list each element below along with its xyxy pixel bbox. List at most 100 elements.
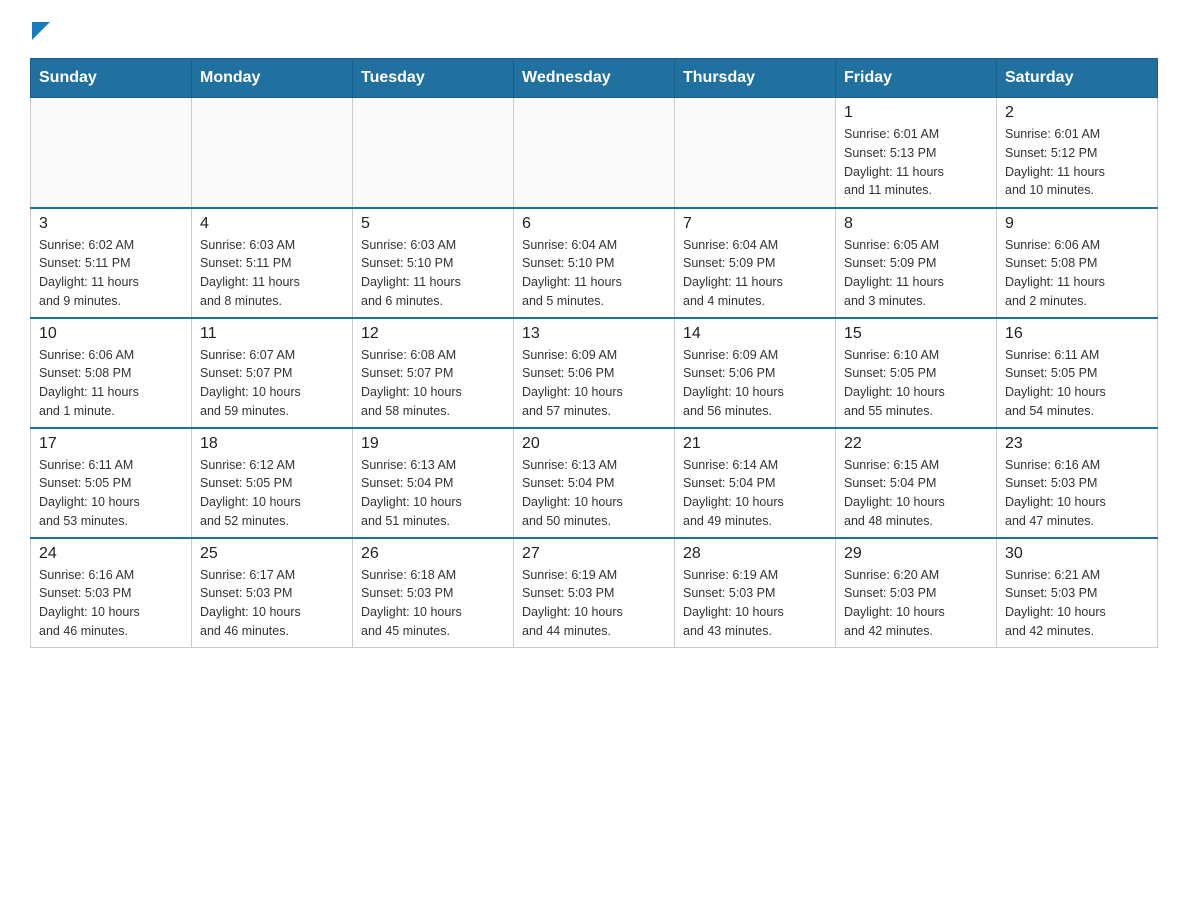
calendar-cell: 1 Sunrise: 6:01 AMSunset: 5:13 PMDaylight…: [836, 98, 997, 208]
day-number: 18: [200, 435, 344, 453]
day-info: Sunrise: 6:10 AMSunset: 5:05 PMDaylight:…: [844, 346, 988, 421]
day-info: Sunrise: 6:08 AMSunset: 5:07 PMDaylight:…: [361, 346, 505, 421]
day-number: 24: [39, 545, 183, 563]
day-info: Sunrise: 6:06 AMSunset: 5:08 PMDaylight:…: [1005, 236, 1149, 311]
day-number: 25: [200, 545, 344, 563]
weekday-header-wednesday: Wednesday: [514, 59, 675, 98]
calendar-week-row: 1 Sunrise: 6:01 AMSunset: 5:13 PMDaylight…: [31, 98, 1158, 208]
day-number: 26: [361, 545, 505, 563]
day-info: Sunrise: 6:13 AMSunset: 5:04 PMDaylight:…: [361, 456, 505, 531]
day-info: Sunrise: 6:05 AMSunset: 5:09 PMDaylight:…: [844, 236, 988, 311]
day-info: Sunrise: 6:04 AMSunset: 5:10 PMDaylight:…: [522, 236, 666, 311]
calendar-cell: 5Sunrise: 6:03 AMSunset: 5:10 PMDaylight…: [353, 208, 514, 318]
day-info: Sunrise: 6:21 AMSunset: 5:03 PMDaylight:…: [1005, 566, 1149, 641]
day-number: 17: [39, 435, 183, 453]
calendar-cell: 4 Sunrise: 6:03 AMSunset: 5:11 PMDaylight…: [192, 208, 353, 318]
calendar-table: SundayMondayTuesdayWednesdayThursdayFrid…: [30, 58, 1158, 648]
calendar-cell: 28 Sunrise: 6:19 AMSunset: 5:03 PMDayligh…: [675, 538, 836, 648]
day-number: 11: [200, 325, 344, 343]
day-number: 7: [683, 215, 827, 233]
calendar-cell: 13 Sunrise: 6:09 AMSunset: 5:06 PMDayligh…: [514, 318, 675, 428]
calendar-cell: 18 Sunrise: 6:12 AMSunset: 5:05 PMDayligh…: [192, 428, 353, 538]
day-number: 28: [683, 545, 827, 563]
day-info: Sunrise: 6:09 AMSunset: 5:06 PMDaylight:…: [683, 346, 827, 421]
calendar-cell: 15 Sunrise: 6:10 AMSunset: 5:05 PMDayligh…: [836, 318, 997, 428]
day-info: Sunrise: 6:16 AMSunset: 5:03 PMDaylight:…: [39, 566, 183, 641]
day-info: Sunrise: 6:07 AMSunset: 5:07 PMDaylight:…: [200, 346, 344, 421]
day-number: 12: [361, 325, 505, 343]
calendar-cell: 20 Sunrise: 6:13 AMSunset: 5:04 PMDayligh…: [514, 428, 675, 538]
calendar-cell: 17Sunrise: 6:11 AMSunset: 5:05 PMDayligh…: [31, 428, 192, 538]
calendar-week-row: 10 Sunrise: 6:06 AMSunset: 5:08 PMDayligh…: [31, 318, 1158, 428]
day-info: Sunrise: 6:02 AMSunset: 5:11 PMDaylight:…: [39, 236, 183, 311]
weekday-header-sunday: Sunday: [31, 59, 192, 98]
calendar-cell: 14 Sunrise: 6:09 AMSunset: 5:06 PMDayligh…: [675, 318, 836, 428]
day-number: 9: [1005, 215, 1149, 233]
day-info: Sunrise: 6:03 AMSunset: 5:11 PMDaylight:…: [200, 236, 344, 311]
day-number: 21: [683, 435, 827, 453]
day-info: Sunrise: 6:03 AMSunset: 5:10 PMDaylight:…: [361, 236, 505, 311]
day-number: 4: [200, 215, 344, 233]
calendar-cell: 11 Sunrise: 6:07 AMSunset: 5:07 PMDayligh…: [192, 318, 353, 428]
day-number: 29: [844, 545, 988, 563]
day-info: Sunrise: 6:09 AMSunset: 5:06 PMDaylight:…: [522, 346, 666, 421]
day-number: 20: [522, 435, 666, 453]
day-info: Sunrise: 6:06 AMSunset: 5:08 PMDaylight:…: [39, 346, 183, 421]
day-number: 22: [844, 435, 988, 453]
day-info: Sunrise: 6:18 AMSunset: 5:03 PMDaylight:…: [361, 566, 505, 641]
day-info: Sunrise: 6:01 AMSunset: 5:13 PMDaylight:…: [844, 125, 988, 200]
day-number: 19: [361, 435, 505, 453]
calendar-cell: 6 Sunrise: 6:04 AMSunset: 5:10 PMDaylight…: [514, 208, 675, 318]
day-number: 3: [39, 215, 183, 233]
day-info: Sunrise: 6:11 AMSunset: 5:05 PMDaylight:…: [1005, 346, 1149, 421]
day-number: 2: [1005, 104, 1149, 122]
logo-arrow-icon: [32, 22, 50, 40]
day-number: 30: [1005, 545, 1149, 563]
logo: [30, 20, 50, 38]
calendar-cell: 9 Sunrise: 6:06 AMSunset: 5:08 PMDaylight…: [997, 208, 1158, 318]
page-header: [30, 20, 1158, 38]
day-number: 1: [844, 104, 988, 122]
calendar-cell: 27 Sunrise: 6:19 AMSunset: 5:03 PMDayligh…: [514, 538, 675, 648]
day-info: Sunrise: 6:01 AMSunset: 5:12 PMDaylight:…: [1005, 125, 1149, 200]
calendar-cell: 26 Sunrise: 6:18 AMSunset: 5:03 PMDayligh…: [353, 538, 514, 648]
calendar-header-row: SundayMondayTuesdayWednesdayThursdayFrid…: [31, 59, 1158, 98]
day-number: 27: [522, 545, 666, 563]
calendar-week-row: 3 Sunrise: 6:02 AMSunset: 5:11 PMDaylight…: [31, 208, 1158, 318]
day-info: Sunrise: 6:14 AMSunset: 5:04 PMDaylight:…: [683, 456, 827, 531]
calendar-cell: 7 Sunrise: 6:04 AMSunset: 5:09 PMDaylight…: [675, 208, 836, 318]
day-info: Sunrise: 6:13 AMSunset: 5:04 PMDaylight:…: [522, 456, 666, 531]
day-info: Sunrise: 6:19 AMSunset: 5:03 PMDaylight:…: [683, 566, 827, 641]
day-info: Sunrise: 6:19 AMSunset: 5:03 PMDaylight:…: [522, 566, 666, 641]
day-number: 15: [844, 325, 988, 343]
weekday-header-monday: Monday: [192, 59, 353, 98]
calendar-cell: 10 Sunrise: 6:06 AMSunset: 5:08 PMDayligh…: [31, 318, 192, 428]
calendar-cell: [192, 98, 353, 208]
calendar-week-row: 24 Sunrise: 6:16 AMSunset: 5:03 PMDayligh…: [31, 538, 1158, 648]
day-number: 10: [39, 325, 183, 343]
calendar-cell: [31, 98, 192, 208]
calendar-cell: 23Sunrise: 6:16 AMSunset: 5:03 PMDayligh…: [997, 428, 1158, 538]
day-info: Sunrise: 6:12 AMSunset: 5:05 PMDaylight:…: [200, 456, 344, 531]
weekday-header-saturday: Saturday: [997, 59, 1158, 98]
calendar-cell: 8 Sunrise: 6:05 AMSunset: 5:09 PMDaylight…: [836, 208, 997, 318]
day-number: 8: [844, 215, 988, 233]
calendar-cell: 16Sunrise: 6:11 AMSunset: 5:05 PMDayligh…: [997, 318, 1158, 428]
day-info: Sunrise: 6:04 AMSunset: 5:09 PMDaylight:…: [683, 236, 827, 311]
calendar-week-row: 17Sunrise: 6:11 AMSunset: 5:05 PMDayligh…: [31, 428, 1158, 538]
weekday-header-thursday: Thursday: [675, 59, 836, 98]
calendar-cell: [675, 98, 836, 208]
calendar-cell: 29 Sunrise: 6:20 AMSunset: 5:03 PMDayligh…: [836, 538, 997, 648]
calendar-cell: 12 Sunrise: 6:08 AMSunset: 5:07 PMDayligh…: [353, 318, 514, 428]
calendar-cell: [353, 98, 514, 208]
weekday-header-tuesday: Tuesday: [353, 59, 514, 98]
calendar-cell: 2 Sunrise: 6:01 AMSunset: 5:12 PMDaylight…: [997, 98, 1158, 208]
day-number: 14: [683, 325, 827, 343]
calendar-cell: 25 Sunrise: 6:17 AMSunset: 5:03 PMDayligh…: [192, 538, 353, 648]
day-number: 6: [522, 215, 666, 233]
day-number: 13: [522, 325, 666, 343]
day-info: Sunrise: 6:20 AMSunset: 5:03 PMDaylight:…: [844, 566, 988, 641]
day-number: 23: [1005, 435, 1149, 453]
day-info: Sunrise: 6:15 AMSunset: 5:04 PMDaylight:…: [844, 456, 988, 531]
day-info: Sunrise: 6:17 AMSunset: 5:03 PMDaylight:…: [200, 566, 344, 641]
